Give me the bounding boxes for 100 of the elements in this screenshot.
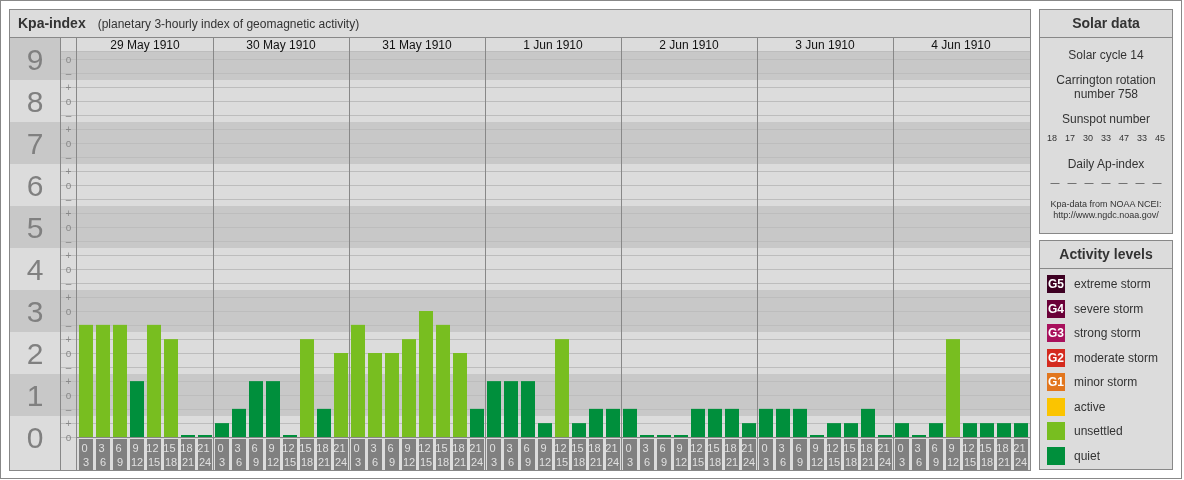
- axis-label: 9: [26, 43, 44, 76]
- axis-tick-label: +: [65, 333, 72, 345]
- chart-subtitle: (planetary 3-hourly index of geomagnetic activity): [97, 15, 360, 33]
- hour-label: 9 12: [402, 439, 416, 470]
- axis-tick-label: –: [65, 67, 72, 79]
- level-swatch: G2: [1047, 348, 1065, 367]
- bar: [606, 408, 620, 437]
- ap-index-value: —: [1067, 176, 1077, 190]
- hour-label: 9 12: [266, 439, 280, 470]
- bar: [130, 381, 144, 437]
- date-label: 31 May 1910: [382, 38, 452, 52]
- hour-label: 9 12: [674, 439, 688, 470]
- level-swatch: G3: [1047, 324, 1065, 343]
- hour-label: 21 24: [333, 439, 348, 470]
- hour-label: 3 6: [96, 439, 110, 470]
- sunspot-value: 30: [1082, 132, 1093, 145]
- date-label: 3 Jun 1910: [795, 38, 855, 52]
- date-label: 30 May 1910: [246, 38, 316, 52]
- axis-tick-label: –: [65, 403, 72, 415]
- bar: [895, 423, 909, 437]
- axis-tick-label: –: [65, 319, 72, 331]
- axis-tick-label: –: [65, 151, 72, 163]
- bar: [1014, 423, 1028, 437]
- bar: [538, 423, 552, 437]
- hour-label: 21 24: [741, 439, 756, 470]
- date-label: 2 Jun 1910: [659, 38, 719, 52]
- hour-label: 12 15: [690, 439, 705, 470]
- hour-label: 21 24: [1013, 439, 1028, 470]
- axis-tick-label: –: [65, 109, 72, 121]
- ap-index-value: —: [1152, 176, 1162, 190]
- bar: [844, 423, 858, 437]
- bar: [572, 423, 586, 437]
- axis-label: 1: [26, 379, 44, 412]
- hour-label: 6 9: [385, 439, 399, 470]
- carrington-text: Carrington rotation number 758: [1055, 73, 1157, 101]
- hour-label: 15 18: [979, 439, 994, 470]
- panel-title: Solar data: [1040, 10, 1172, 38]
- hour-label: 21 24: [877, 439, 892, 470]
- bar: [793, 408, 807, 437]
- axis-tick-label: o: [65, 179, 72, 191]
- ap-index-value: —: [1135, 176, 1145, 190]
- bar: [708, 408, 722, 437]
- hour-label: 6 9: [929, 439, 943, 470]
- level-label: strong storm: [1074, 325, 1141, 343]
- hour-label: 6 9: [249, 439, 263, 470]
- hour-label: 12 15: [826, 439, 841, 470]
- hour-label: 3 6: [776, 439, 790, 470]
- hour-label: 12 15: [282, 439, 297, 470]
- sunspot-value: 33: [1101, 132, 1111, 145]
- axis-tick-label: +: [65, 207, 72, 219]
- hour-label: 12 15: [418, 439, 433, 470]
- hour-label: 6 9: [793, 439, 807, 470]
- bar: [725, 408, 739, 437]
- date-label: 29 May 1910: [110, 38, 180, 52]
- hour-label: 0 3: [351, 439, 365, 470]
- hour-label: 0 3: [215, 439, 229, 470]
- level-swatch: G4: [1047, 299, 1065, 318]
- level-label: quiet: [1074, 447, 1101, 465]
- credit-text: Kpa-data from NOAA NCEI:: [1050, 199, 1162, 210]
- hour-label: 3 6: [640, 439, 654, 470]
- bar: [742, 423, 756, 437]
- hour-label: 18 21: [588, 439, 603, 470]
- ap-index-value: —: [1101, 176, 1111, 190]
- sunspot-value: 17: [1064, 132, 1075, 145]
- ap-index-value: —: [1118, 176, 1128, 190]
- ap-index-value: —: [1050, 176, 1060, 190]
- axis-label: 3: [26, 295, 44, 328]
- hour-label: 15 18: [163, 439, 178, 470]
- axis-tick-label: +: [65, 375, 72, 387]
- hour-label: 12 15: [554, 439, 569, 470]
- level-swatch: G1: [1047, 373, 1065, 392]
- hour-label: 15 18: [843, 439, 858, 470]
- axis-tick-label: +: [65, 291, 72, 303]
- hour-label: 0 3: [759, 439, 773, 470]
- credit-link[interactable]: http://www.ngdc.noaa.gov/: [1053, 210, 1159, 221]
- hour-label: 0 3: [487, 439, 501, 470]
- sunspot-value: 45: [1155, 132, 1166, 145]
- hour-label: 6 9: [113, 439, 127, 470]
- hour-label: 18 21: [316, 439, 331, 470]
- hour-label: 15 18: [435, 439, 450, 470]
- axis-tick-label: +: [65, 417, 72, 429]
- bar: [589, 408, 603, 437]
- axis-label: 6: [26, 169, 44, 202]
- bar: [980, 423, 994, 437]
- hour-label: 18 21: [724, 439, 739, 470]
- bar: [232, 408, 246, 437]
- bar: [521, 381, 535, 437]
- date-label: 4 Jun 1910: [931, 38, 991, 52]
- axis-tick-label: +: [65, 165, 72, 177]
- axis-tick-label: +: [65, 249, 72, 261]
- bar: [827, 423, 841, 437]
- ap-index-value: —: [1084, 176, 1094, 190]
- bar: [470, 408, 484, 437]
- bar: [861, 408, 875, 437]
- axis-tick-label: o: [65, 431, 72, 443]
- hour-label: 0 3: [623, 439, 637, 470]
- hour-label: 18 21: [996, 439, 1011, 470]
- axis-tick-label: +: [65, 123, 72, 135]
- bar: [691, 408, 705, 437]
- axis-label: 4: [26, 253, 44, 286]
